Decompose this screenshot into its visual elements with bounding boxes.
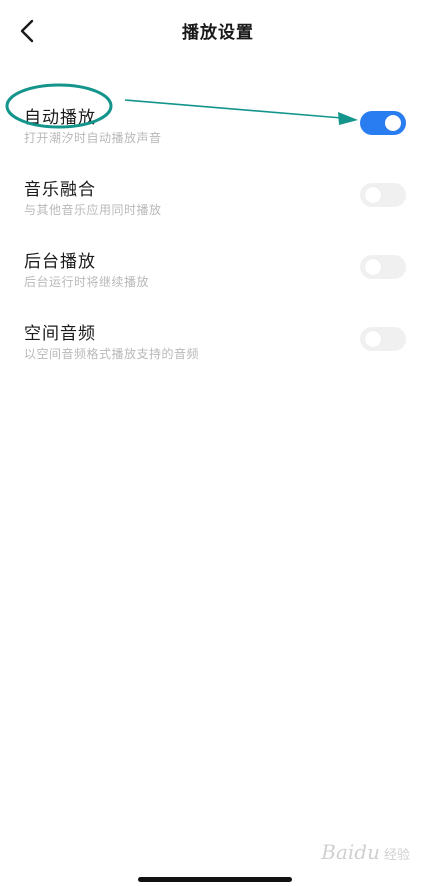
toggle-knob <box>365 259 381 275</box>
setting-description: 后台运行时将继续播放 <box>24 275 150 289</box>
setting-row-spatial-audio: 空间音频 以空间音频格式播放支持的音频 <box>0 311 436 383</box>
setting-description: 打开潮汐时自动播放声音 <box>24 131 162 145</box>
background-play-toggle[interactable] <box>360 255 406 279</box>
toggle-knob <box>365 187 381 203</box>
autoplay-toggle[interactable] <box>360 111 406 135</box>
setting-row-background-play: 后台播放 后台运行时将继续播放 <box>0 239 436 311</box>
setting-title: 自动播放 <box>24 108 96 128</box>
setting-title: 空间音频 <box>24 324 96 344</box>
setting-description: 以空间音频格式播放支持的音频 <box>24 347 200 361</box>
toggle-knob <box>385 115 401 131</box>
header: 播放设置 <box>0 0 436 62</box>
settings-list: 自动播放 打开潮汐时自动播放声音 音乐融合 与其他音乐应用同时播放 后台播放 后… <box>0 95 436 383</box>
spatial-audio-toggle[interactable] <box>360 327 406 351</box>
setting-row-music-mix: 音乐融合 与其他音乐应用同时播放 <box>0 167 436 239</box>
setting-row-autoplay: 自动播放 打开潮汐时自动播放声音 <box>0 95 436 167</box>
page-title: 播放设置 <box>182 23 254 43</box>
music-mix-toggle[interactable] <box>360 183 406 207</box>
setting-title: 音乐融合 <box>24 180 96 200</box>
toggle-knob <box>365 331 381 347</box>
setting-description: 与其他音乐应用同时播放 <box>24 203 162 217</box>
watermark-text: Baidu <box>321 840 380 864</box>
setting-title: 后台播放 <box>24 252 96 272</box>
baidu-watermark-logo: Baidu 经验 <box>321 840 410 864</box>
watermark-subtext: 经验 <box>383 848 410 863</box>
home-indicator[interactable] <box>138 877 292 882</box>
